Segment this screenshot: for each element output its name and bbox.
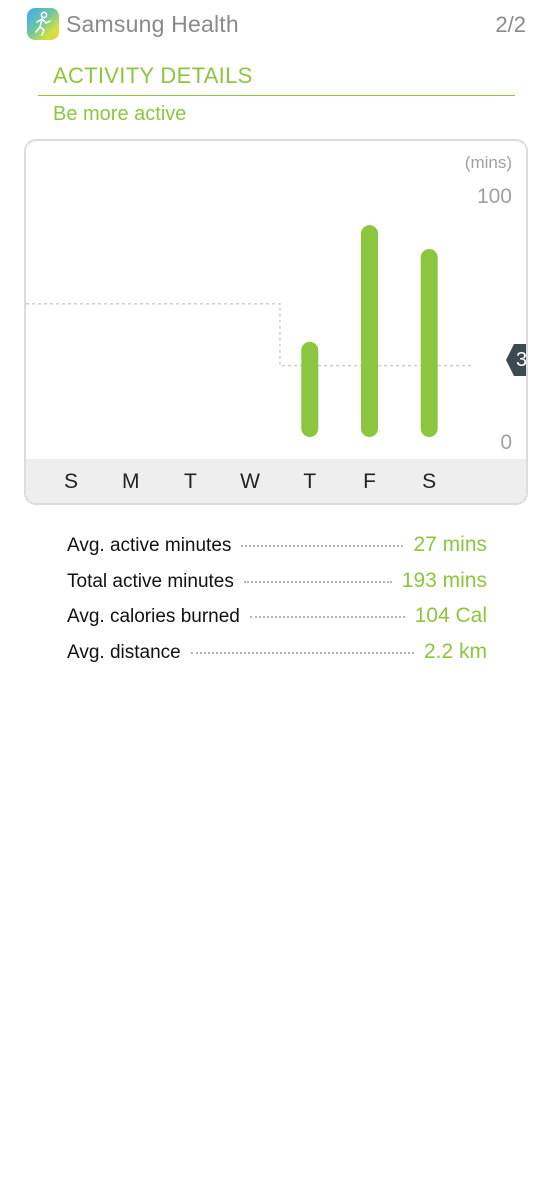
app-header: Samsung Health 2/2 <box>0 0 554 50</box>
stat-row: Avg. calories burned 104 Cal <box>67 604 487 640</box>
goal-line <box>26 302 471 367</box>
y-axis-max-label: 100 <box>476 185 512 208</box>
stat-row: Avg. distance 2.2 km <box>67 640 487 676</box>
stat-value: 27 mins <box>413 533 487 556</box>
dotted-leader <box>190 651 414 654</box>
stat-value: 193 mins <box>401 568 487 592</box>
samsung-health-icon[interactable] <box>27 8 59 40</box>
section-divider <box>38 95 515 96</box>
day-label-0: S <box>63 470 78 493</box>
stat-label: Avg. distance <box>67 641 181 663</box>
stat-row: Avg. active minutes 27 mins <box>67 533 487 569</box>
activity-chart: (mins) 100 0 30 S M T W T F S <box>24 139 528 505</box>
day-label-1: M <box>121 470 140 493</box>
stats-list: Avg. active minutes 27 mins Total active m… <box>67 533 487 675</box>
dotted-leader <box>249 616 405 618</box>
chart-plot-area <box>26 225 471 437</box>
bar-5[interactable] <box>361 225 378 437</box>
stat-label: Avg. active minutes <box>67 535 232 556</box>
bar-4[interactable] <box>301 341 319 437</box>
stat-value: 104 Cal <box>414 604 487 627</box>
app-title: Samsung Health <box>66 11 239 37</box>
dotted-leader <box>243 580 392 583</box>
dotted-leader <box>241 545 404 547</box>
day-label-3: W <box>240 470 260 493</box>
day-label-6: S <box>422 470 437 493</box>
goal-tag: 30 <box>506 344 528 376</box>
section-subtitle: Be more active <box>53 103 187 125</box>
section-title: ACTIVITY DETAILS <box>53 63 253 88</box>
stat-row: Total active minutes 193 mins <box>67 569 487 605</box>
day-label-5: F <box>363 470 376 493</box>
day-axis: SMTWTFS <box>26 459 526 503</box>
stat-label: Total active minutes <box>67 570 234 592</box>
bar-6[interactable] <box>420 248 438 437</box>
day-label-2: T <box>183 470 197 493</box>
goal-value-label: 30 <box>516 349 528 371</box>
y-axis-unit-label: (mins) <box>464 153 512 172</box>
day-label-4: T <box>303 470 317 493</box>
stat-value: 2.2 km <box>423 639 487 663</box>
stat-label: Avg. calories burned <box>67 606 240 627</box>
y-axis-min-label: 0 <box>500 431 512 454</box>
page-indicator: 2/2 <box>495 12 526 37</box>
